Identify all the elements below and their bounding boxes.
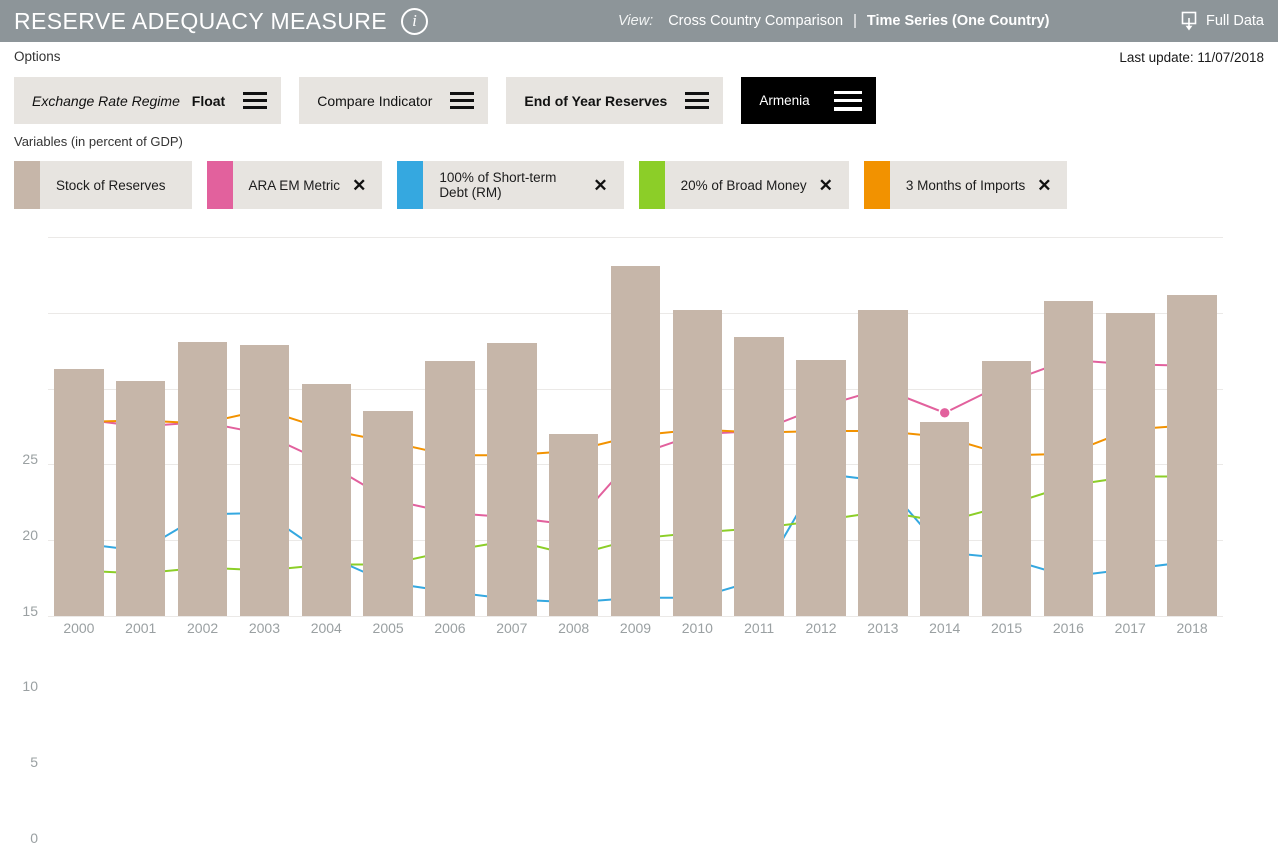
variable-color-swatch [206, 161, 233, 209]
bar-2018[interactable] [1167, 294, 1217, 616]
country-selector-button[interactable]: Armenia [741, 77, 876, 124]
x-axis-tick: 2018 [1176, 620, 1208, 636]
bar-2015[interactable] [981, 361, 1032, 616]
bar-2009[interactable] [610, 265, 661, 616]
variable-label: 100% of Short-term Debt (RM) [439, 170, 557, 200]
x-axis-tick: 2006 [434, 620, 466, 636]
y-axis-tick: 10 [22, 678, 38, 695]
y-axis-tick: 20 [22, 526, 38, 543]
bar-2016[interactable] [1043, 300, 1094, 616]
bar-2011[interactable] [734, 337, 784, 616]
bar-2006[interactable] [425, 361, 475, 616]
variable-chip-0[interactable]: Stock of Reserves [14, 161, 192, 209]
bar-2017[interactable] [1105, 312, 1155, 616]
x-axis-tick: 2005 [372, 620, 404, 636]
y-axis-tick: 15 [22, 602, 38, 619]
x-axis-tick: 2000 [63, 620, 95, 636]
download-icon [1180, 11, 1198, 31]
exchange-rate-regime-label: Exchange Rate Regime Float [32, 93, 225, 109]
variable-chip-4[interactable]: 3 Months of Imports ✕ [863, 161, 1068, 209]
last-update-text: Last update: 11/07/2018 [1119, 50, 1264, 65]
menu-icon[interactable] [243, 92, 268, 109]
exchange-rate-regime-title: Exchange Rate Regime [32, 92, 180, 109]
info-icon[interactable]: i [401, 7, 429, 35]
exchange-rate-regime-button[interactable]: Exchange Rate Regime Float [14, 77, 282, 124]
x-axis-tick: 2013 [867, 620, 899, 636]
menu-icon[interactable] [833, 90, 862, 111]
options-row: Exchange Rate Regime Float Compare Indic… [14, 77, 876, 124]
options-label: Options [14, 49, 61, 64]
variable-label: 3 Months of Imports [905, 177, 1026, 193]
view-switcher: View: Cross Country Comparison | Time Se… [618, 0, 1050, 42]
variable-color-swatch [397, 161, 424, 209]
plot-area [48, 237, 1223, 617]
app-header: RESERVE ADEQUACY MEASURE i View: Cross C… [0, 0, 1278, 42]
x-axis-tick: 2003 [248, 620, 281, 636]
x-axis-tick: 2008 [558, 620, 590, 636]
bar-2007[interactable] [487, 343, 537, 616]
variable-label: Stock of Reserves [56, 177, 166, 193]
bar-2014[interactable] [919, 421, 970, 616]
variable-remove-icon[interactable]: ✕ [593, 177, 623, 194]
view-label: View: [618, 13, 654, 29]
gridline [48, 237, 1223, 238]
variable-color-swatch [863, 161, 890, 209]
menu-icon[interactable] [685, 92, 710, 109]
x-axis-tick: 2014 [929, 620, 961, 636]
x-axis-tick: 2004 [310, 620, 342, 636]
bar-2008[interactable] [548, 434, 599, 616]
chart-container: 0 5 10 15 20 25 2000 2001 2002 2003 2004 2005 2006 20… [0, 222, 1278, 846]
x-axis-tick: 2016 [1052, 620, 1084, 636]
end-of-year-reserves-label: End of Year Reserves [524, 92, 668, 109]
bar-2012[interactable] [796, 359, 846, 616]
end-of-year-reserves-button[interactable]: End of Year Reserves [506, 77, 724, 124]
view-option-cross-country[interactable]: Cross Country Comparison [668, 13, 843, 29]
x-axis-tick: 2001 [125, 620, 157, 636]
variable-remove-icon[interactable]: ✕ [352, 177, 382, 194]
full-data-label: Full Data [1205, 13, 1264, 29]
compare-indicator-label: Compare Indicator [317, 92, 433, 109]
variable-chip-2[interactable]: 100% of Short-term Debt (RM) ✕ [397, 161, 624, 209]
variable-color-swatch [638, 161, 665, 209]
x-axis-tick: 2007 [496, 620, 528, 636]
country-selector-label: Armenia [759, 93, 810, 108]
data-point[interactable] [938, 406, 952, 420]
bar-2000[interactable] [54, 368, 104, 616]
y-axis-tick: 0 [30, 830, 38, 846]
variable-color-swatch [14, 161, 40, 209]
bar-2002[interactable] [177, 341, 228, 616]
full-data-button[interactable]: Full Data [1180, 0, 1264, 42]
menu-icon[interactable] [450, 92, 475, 109]
compare-indicator-button[interactable]: Compare Indicator [299, 77, 489, 124]
x-axis-tick: 2012 [805, 620, 837, 636]
view-option-time-series[interactable]: Time Series (One Country) [867, 13, 1050, 29]
variable-label: 20% of Broad Money [680, 177, 807, 193]
page-title: RESERVE ADEQUACY MEASURE [14, 7, 388, 34]
x-axis-tick: 2015 [990, 620, 1023, 636]
y-axis-tick: 25 [22, 451, 38, 467]
bar-2013[interactable] [858, 309, 908, 616]
x-axis-tick: 2011 [744, 620, 775, 636]
variable-label: ARA EM Metric [248, 177, 341, 193]
variable-chip-1[interactable]: ARA EM Metric ✕ [206, 161, 383, 209]
x-axis-tick: 2010 [681, 620, 713, 636]
view-separator: | [853, 13, 857, 29]
variable-remove-icon[interactable]: ✕ [1037, 177, 1067, 194]
x-axis-tick: 2002 [187, 620, 219, 636]
variable-chip-3[interactable]: 20% of Broad Money ✕ [638, 161, 849, 209]
variables-label: Variables (in percent of GDP) [14, 134, 183, 149]
x-axis-tick: 2009 [619, 620, 652, 636]
y-axis-tick: 5 [30, 754, 38, 771]
exchange-rate-regime-value: Float [191, 92, 226, 109]
x-axis-tick: 2017 [1114, 620, 1146, 636]
gridline [48, 616, 1223, 617]
bar-2001[interactable] [116, 381, 166, 616]
bar-2010[interactable] [672, 309, 723, 616]
bar-2005[interactable] [363, 411, 413, 616]
variable-remove-icon[interactable]: ✕ [819, 177, 849, 194]
bar-2004[interactable] [301, 384, 352, 616]
variables-row: Stock of Reserves ARA EM Metric ✕ 100% of S… [14, 161, 1068, 209]
bar-2003[interactable] [239, 344, 290, 616]
